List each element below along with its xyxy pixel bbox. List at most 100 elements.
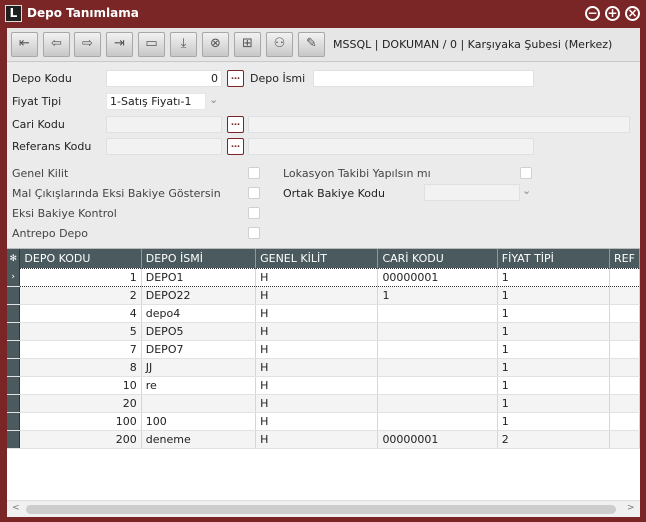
cell-cari-kodu[interactable] <box>377 394 498 413</box>
depo-ismi-input[interactable] <box>313 70 534 87</box>
cell-genel-kilit[interactable]: H <box>255 376 379 395</box>
table-row[interactable]: 100 100 H 1 <box>7 412 640 431</box>
cell-depo-ismi[interactable] <box>141 394 257 413</box>
cell-fiyat-tipi[interactable]: 1 <box>497 412 611 431</box>
cell-fiyat-tipi[interactable]: 1 <box>497 394 611 413</box>
lokasyon-checkbox[interactable] <box>520 167 532 179</box>
genel-kilit-checkbox[interactable] <box>248 167 260 179</box>
cell-genel-kilit[interactable]: H <box>255 412 379 431</box>
table-row[interactable]: › 1 DEPO1 H 00000001 1 <box>7 267 640 287</box>
referans-kodu-input[interactable] <box>106 138 222 155</box>
scroll-left-icon[interactable]: < <box>12 503 20 513</box>
table-row[interactable]: 10 re H 1 <box>7 376 640 395</box>
cell-depo-ismi[interactable]: 100 <box>141 412 257 431</box>
cell-depo-kodu[interactable]: 7 <box>19 340 142 359</box>
new-record-button[interactable]: ▭ <box>138 32 165 57</box>
table-row[interactable]: 2 DEPO22 H 1 1 <box>7 286 640 305</box>
save-button[interactable]: ⤓ <box>170 32 197 57</box>
cell-ref[interactable] <box>609 430 640 449</box>
cell-depo-ismi[interactable]: JJ <box>141 358 257 377</box>
cell-genel-kilit[interactable]: H <box>255 358 379 377</box>
cell-ref[interactable] <box>609 394 640 413</box>
cell-ref[interactable] <box>609 376 640 395</box>
cell-cari-kodu[interactable] <box>377 412 498 431</box>
cell-depo-kodu[interactable]: 200 <box>19 430 142 449</box>
cell-cari-kodu[interactable] <box>377 358 498 377</box>
cell-ref[interactable] <box>609 322 640 341</box>
cell-depo-kodu[interactable]: 4 <box>19 304 142 323</box>
cell-cari-kodu[interactable]: 00000001 <box>377 430 498 449</box>
cell-depo-ismi[interactable]: depo4 <box>141 304 257 323</box>
cell-depo-ismi[interactable]: DEPO5 <box>141 322 257 341</box>
next-record-button[interactable]: ⇨ <box>74 32 101 57</box>
cell-depo-ismi[interactable]: re <box>141 376 257 395</box>
cell-genel-kilit[interactable]: H <box>255 394 379 413</box>
table-row[interactable]: 200 deneme H 00000001 2 <box>7 430 640 449</box>
cari-kodu-input[interactable] <box>106 116 222 133</box>
cell-genel-kilit[interactable]: H <box>255 304 379 323</box>
cell-ref[interactable] <box>609 286 640 305</box>
cell-cari-kodu[interactable] <box>377 340 498 359</box>
antrepo-checkbox[interactable] <box>248 227 260 239</box>
delete-button[interactable]: ⊗ <box>202 32 229 57</box>
cell-depo-kodu[interactable]: 8 <box>19 358 142 377</box>
cell-fiyat-tipi[interactable]: 1 <box>497 267 611 287</box>
grid-corner-icon[interactable]: ✻ <box>7 249 21 268</box>
cell-cari-kodu[interactable]: 00000001 <box>377 267 498 287</box>
scroll-right-icon[interactable]: > <box>627 503 635 513</box>
cell-depo-kodu[interactable]: 2 <box>19 286 142 305</box>
column-header-cari-kodu[interactable]: CARİ KODU <box>377 249 498 268</box>
horizontal-scrollbar[interactable]: < > <box>7 500 640 517</box>
table-row[interactable]: 7 DEPO7 H 1 <box>7 340 640 359</box>
first-record-button[interactable]: ⇤ <box>11 32 38 57</box>
cell-depo-kodu[interactable]: 10 <box>19 376 142 395</box>
table-row[interactable]: 8 JJ H 1 <box>7 358 640 377</box>
maximize-button[interactable]: + <box>605 6 620 21</box>
cell-depo-kodu[interactable]: 20 <box>19 394 142 413</box>
cell-ref[interactable] <box>609 340 640 359</box>
previous-record-button[interactable]: ⇦ <box>43 32 70 57</box>
cell-fiyat-tipi[interactable]: 1 <box>497 286 611 305</box>
cell-depo-ismi[interactable]: DEPO1 <box>141 267 257 287</box>
fiyat-tipi-chevron-down-icon[interactable]: ⌄ <box>209 93 218 106</box>
user-button[interactable]: ⚇ <box>266 32 293 57</box>
eksi-bakiye-checkbox[interactable] <box>248 207 260 219</box>
cell-cari-kodu[interactable] <box>377 304 498 323</box>
close-button[interactable]: × <box>625 6 640 21</box>
column-header-depo-kodu[interactable]: DEPO KODU <box>19 249 142 268</box>
mal-cikis-checkbox[interactable] <box>248 187 260 199</box>
table-row[interactable]: 4 depo4 H 1 <box>7 304 640 323</box>
cell-genel-kilit[interactable]: H <box>255 322 379 341</box>
cell-genel-kilit[interactable]: H <box>255 267 379 287</box>
cell-depo-ismi[interactable]: deneme <box>141 430 257 449</box>
depo-kodu-input[interactable]: 0 <box>106 70 222 87</box>
cell-depo-ismi[interactable]: DEPO22 <box>141 286 257 305</box>
table-row[interactable]: 5 DEPO5 H 1 <box>7 322 640 341</box>
cell-fiyat-tipi[interactable]: 1 <box>497 304 611 323</box>
cell-cari-kodu[interactable]: 1 <box>377 286 498 305</box>
cell-genel-kilit[interactable]: H <box>255 286 379 305</box>
cell-depo-kodu[interactable]: 100 <box>19 412 142 431</box>
table-row[interactable]: 20 H 1 <box>7 394 640 413</box>
cell-fiyat-tipi[interactable]: 1 <box>497 376 611 395</box>
referans-kodu-picker-icon[interactable]: … <box>227 138 244 155</box>
minimize-button[interactable]: − <box>585 6 600 21</box>
cell-depo-ismi[interactable]: DEPO7 <box>141 340 257 359</box>
depo-kodu-picker-icon[interactable]: … <box>227 70 244 87</box>
cell-depo-kodu[interactable]: 5 <box>19 322 142 341</box>
cell-ref[interactable] <box>609 304 640 323</box>
cell-depo-kodu[interactable]: 1 <box>19 267 142 287</box>
edit-button[interactable]: ✎ <box>298 32 325 57</box>
column-header-genel-kilit[interactable]: GENEL KİLİT <box>255 249 379 268</box>
cell-ref[interactable] <box>609 412 640 431</box>
cell-cari-kodu[interactable] <box>377 322 498 341</box>
last-record-button[interactable]: ⇥ <box>106 32 133 57</box>
cell-fiyat-tipi[interactable]: 1 <box>497 322 611 341</box>
column-header-depo-ismi[interactable]: DEPO İSMİ <box>141 249 257 268</box>
copy-button[interactable]: ⊞ <box>234 32 261 57</box>
ortak-bakiye-select[interactable] <box>424 184 520 201</box>
scrollbar-thumb[interactable] <box>26 505 616 514</box>
cell-genel-kilit[interactable]: H <box>255 340 379 359</box>
fiyat-tipi-select[interactable]: 1-Satış Fiyatı-1 <box>106 93 206 110</box>
cell-fiyat-tipi[interactable]: 1 <box>497 358 611 377</box>
